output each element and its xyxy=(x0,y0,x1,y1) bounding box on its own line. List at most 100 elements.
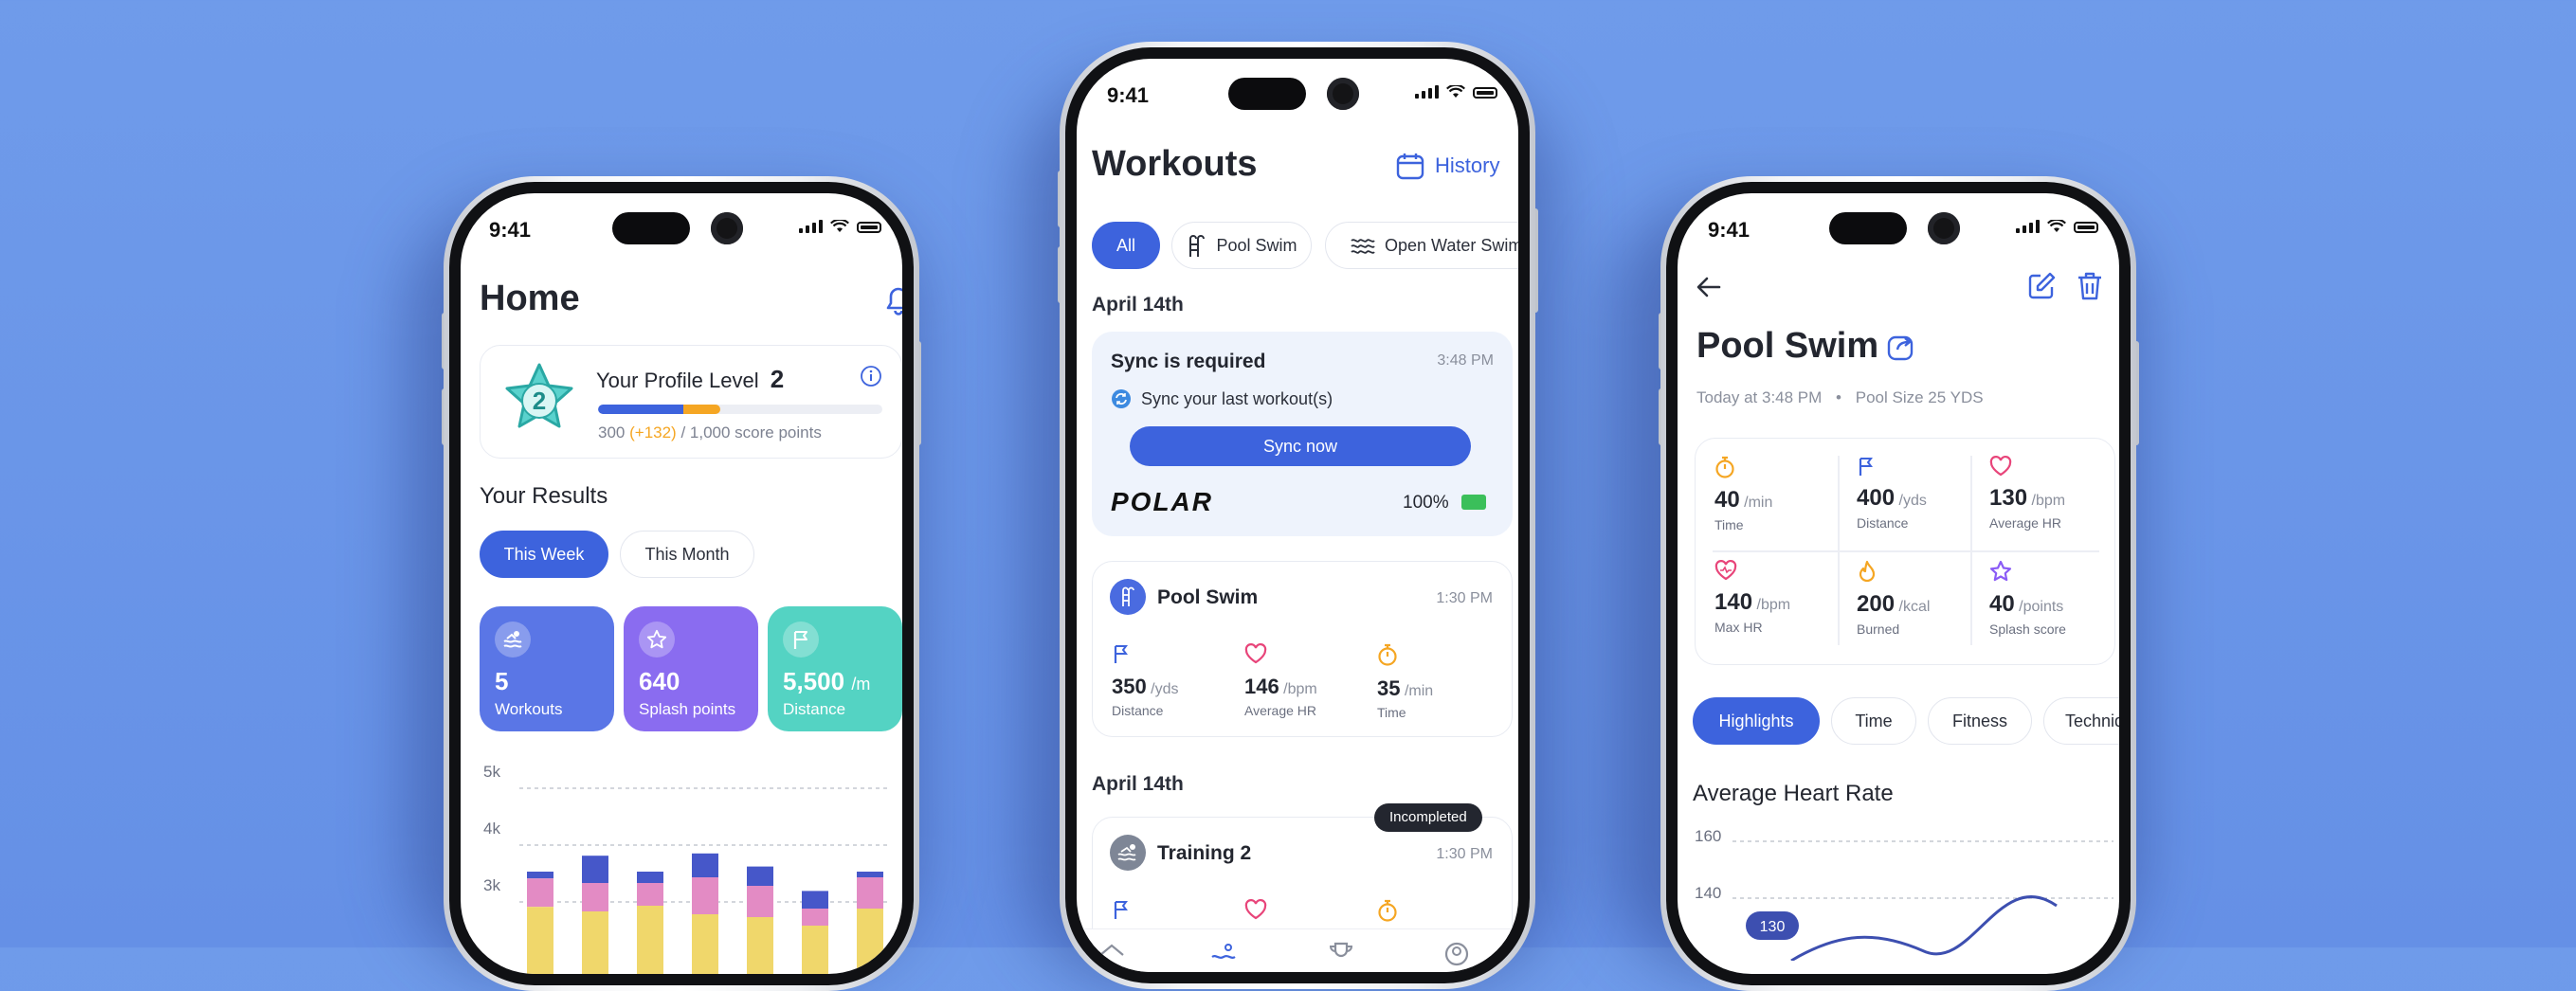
swim-icon xyxy=(495,622,531,658)
filter-all[interactable]: All xyxy=(1092,222,1160,269)
flag-icon xyxy=(1857,458,1876,480)
profile-nav-icon[interactable] xyxy=(1442,941,1471,967)
swim-icon xyxy=(1110,835,1146,871)
device-battery-icon xyxy=(1461,495,1486,510)
tab-highlights[interactable]: Highlights xyxy=(1693,697,1820,745)
weekly-results-chart: 5k 4k 3k xyxy=(483,763,891,974)
level-progress-gain xyxy=(683,405,720,414)
chart-bar-segment xyxy=(527,907,553,974)
status-time: 9:41 xyxy=(489,218,532,242)
workouts-phone: 9:41 Workouts History All Pool Swim Open… xyxy=(1060,42,1535,989)
wifi-icon xyxy=(1446,85,1465,98)
chart-bar-segment xyxy=(637,872,663,883)
tab-this-month[interactable]: This Month xyxy=(620,531,754,578)
tab-technique[interactable]: Technique xyxy=(2043,697,2119,745)
detail-stat-average-hr: 130 /bpm Average HR xyxy=(1989,456,2065,531)
sync-now-button[interactable]: Sync now xyxy=(1130,426,1471,466)
stat-label: Time xyxy=(1377,705,1406,720)
dynamic-island xyxy=(1829,212,1907,244)
stat-label: Time xyxy=(1714,517,1744,532)
stat-unit: /points xyxy=(2019,599,2064,615)
swim-nav-icon[interactable] xyxy=(1209,941,1238,967)
bell-icon[interactable] xyxy=(885,286,902,316)
stat-label: Burned xyxy=(1857,622,1900,637)
filter-pool-swim-label: Pool Swim xyxy=(1216,235,1297,255)
stat-unit: /min xyxy=(1744,495,1773,511)
signal-icon xyxy=(1415,85,1439,99)
edit-icon[interactable] xyxy=(2026,271,2057,301)
filter-open-water-swim[interactable]: Open Water Swim xyxy=(1325,222,1518,269)
splash-points-label: Splash points xyxy=(639,700,736,718)
pool-ladder-icon xyxy=(1110,579,1146,615)
stats-grid-card: 40 /min Time 400 /yds Distance 130 /bpm Avera… xyxy=(1695,438,2115,665)
incompleted-badge: Incompleted xyxy=(1374,803,1482,832)
trash-icon[interactable] xyxy=(2076,271,2104,301)
pool-ladder-icon xyxy=(1189,235,1206,257)
signal-icon xyxy=(2016,220,2040,233)
level-badge-icon: 2 xyxy=(505,363,573,428)
points-rest: / 1,000 score points xyxy=(680,423,822,441)
hr-chart-title: Average Heart Rate xyxy=(1693,781,1894,806)
heart-icon xyxy=(1244,899,1267,920)
status-icons xyxy=(2016,220,2098,233)
chart-bar-segment xyxy=(692,853,718,877)
detail-screen: 9:41 Pool Swim Today at 3:48 PM • Pool S… xyxy=(1678,193,2119,974)
stat-unit: /kcal xyxy=(1898,599,1931,615)
distance-unit: /m xyxy=(851,675,871,694)
history-button[interactable]: History xyxy=(1395,152,1499,180)
share-icon[interactable] xyxy=(1886,332,1916,362)
workout-time: 1:30 PM xyxy=(1436,846,1493,862)
stat-label: Average HR xyxy=(1989,515,2062,531)
trophy-nav-icon[interactable] xyxy=(1327,941,1355,967)
chart-bar-segment xyxy=(527,878,553,908)
workouts-tile[interactable]: 5 Workouts xyxy=(480,606,614,731)
hr-tick-140: 140 xyxy=(1695,884,1721,902)
level-progress-base xyxy=(598,405,683,414)
stat-label: Distance xyxy=(1112,703,1164,718)
tab-fitness[interactable]: Fitness xyxy=(1928,697,2032,745)
stat-unit: /min xyxy=(1404,683,1434,699)
date-heading: April 14th xyxy=(1092,294,1184,315)
tab-this-week[interactable]: This Week xyxy=(480,531,608,578)
home-screen: 9:41 Home 2 Your Profile Level 2 300 (+1… xyxy=(461,193,902,974)
camera xyxy=(1928,212,1960,244)
sync-message: Sync your last workout(s) xyxy=(1141,388,1333,408)
splash-points-tile[interactable]: 640 Splash points xyxy=(624,606,758,731)
filter-pool-swim[interactable]: Pool Swim xyxy=(1171,222,1312,269)
info-icon[interactable] xyxy=(860,365,882,387)
tab-time[interactable]: Time xyxy=(1831,697,1916,745)
chart-bar-segment xyxy=(747,886,773,917)
stat-value: 140 xyxy=(1714,589,1753,615)
distance-tile[interactable]: 5,500 /m Distance xyxy=(768,606,902,731)
device-battery-percent: 100% xyxy=(1403,493,1449,513)
back-arrow-icon[interactable] xyxy=(1695,273,1723,301)
page-title: Home xyxy=(480,279,580,318)
distance-label: Distance xyxy=(783,700,846,718)
camera xyxy=(711,212,743,244)
stat-label: Splash score xyxy=(1989,622,2066,637)
stat-unit: /bpm xyxy=(1283,681,1317,697)
stat-value: 40 xyxy=(1714,487,1740,513)
workout-card-pool-swim[interactable]: Pool Swim 1:30 PM 350 /yds Distance 146 … xyxy=(1092,561,1513,737)
stopwatch-icon xyxy=(1714,456,1735,482)
pool-size: Pool Size 25 YDS xyxy=(1855,388,1984,406)
tab-technique-label: Technique xyxy=(2065,711,2119,730)
chart-bar-segment xyxy=(802,909,828,926)
dynamic-island xyxy=(612,212,690,244)
page-title: Pool Swim xyxy=(1696,326,1879,366)
stat-value: 350 xyxy=(1112,675,1147,698)
detail-date: Today at 3:48 PM xyxy=(1696,388,1823,406)
workouts-label: Workouts xyxy=(495,700,563,718)
wifi-icon xyxy=(830,220,849,232)
dynamic-island xyxy=(1228,78,1306,110)
status-time: 9:41 xyxy=(1708,218,1751,242)
stat-label: Distance xyxy=(1857,515,1909,531)
home-nav-icon[interactable] xyxy=(1098,943,1126,969)
profile-level-card[interactable]: 2 Your Profile Level 2 300 (+132) / 1,00… xyxy=(480,345,902,459)
results-title: Your Results xyxy=(480,483,608,509)
camera xyxy=(1327,78,1359,110)
chart-bar-segment xyxy=(747,917,773,974)
chart-bar-segment xyxy=(802,891,828,909)
stat-unit: /yds xyxy=(1898,493,1927,509)
status-time: 9:41 xyxy=(1107,83,1150,107)
